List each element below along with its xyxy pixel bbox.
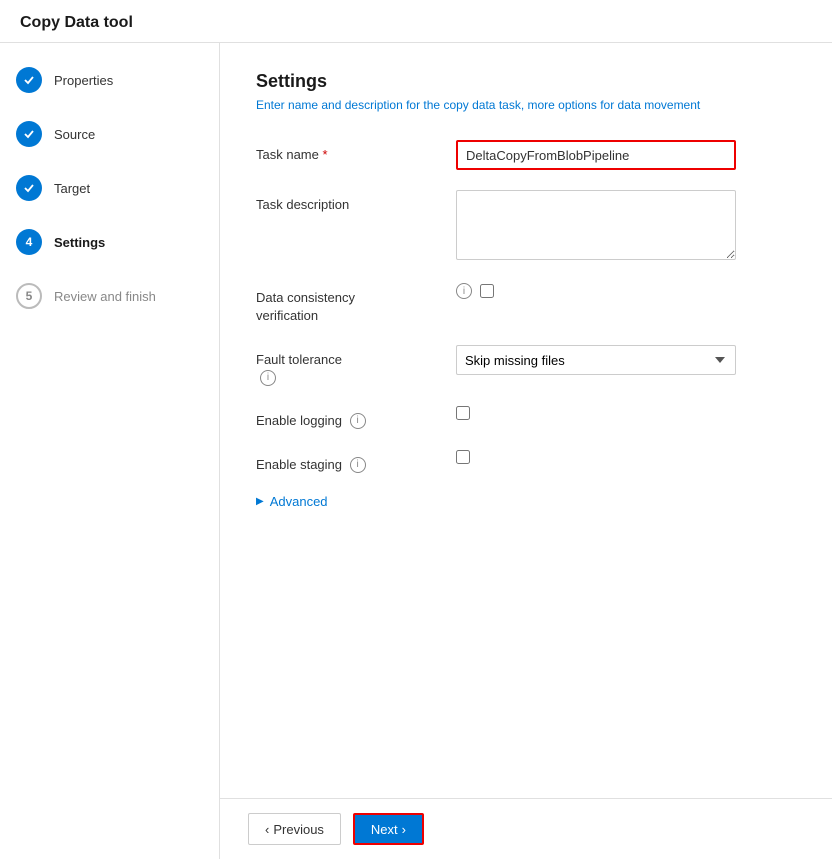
fault-tolerance-row: Fault tolerance i None Skip missing file…: [256, 345, 796, 385]
step-label-target: Target: [54, 181, 90, 196]
advanced-toggle[interactable]: ▶ Advanced: [256, 494, 796, 509]
fault-tolerance-control: None Skip missing files Skip incompatibl…: [456, 345, 796, 375]
sidebar-item-review: 5 Review and finish: [16, 283, 203, 309]
app-title-text: Copy Data tool: [20, 14, 133, 31]
enable-staging-row: Enable staging i: [256, 450, 796, 474]
task-name-control: [456, 140, 796, 170]
enable-logging-control: [456, 406, 796, 423]
task-description-row: Task description: [256, 190, 796, 263]
enable-logging-info-icon[interactable]: i: [350, 413, 366, 429]
settings-title: Settings: [256, 71, 796, 92]
data-consistency-label: Data consistencyverification: [256, 283, 456, 325]
sidebar-item-properties[interactable]: Properties: [16, 67, 203, 93]
previous-button[interactable]: ‹ Previous: [248, 813, 341, 845]
enable-staging-checkbox[interactable]: [456, 450, 470, 464]
previous-icon: ‹: [265, 822, 269, 837]
data-consistency-info-icon[interactable]: i: [456, 283, 472, 299]
next-label: Next: [371, 822, 398, 837]
enable-logging-row: Enable logging i: [256, 406, 796, 430]
fault-tolerance-info-icon[interactable]: i: [260, 370, 276, 386]
enable-staging-control: [456, 450, 796, 467]
task-description-input[interactable]: [456, 190, 736, 260]
sidebar-item-source[interactable]: Source: [16, 121, 203, 147]
settings-subtitle: Enter name and description for the copy …: [256, 98, 796, 112]
step-circle-settings: 4: [16, 229, 42, 255]
sidebar-item-settings[interactable]: 4 Settings: [16, 229, 203, 255]
task-name-input[interactable]: [456, 140, 736, 170]
task-description-label: Task description: [256, 190, 456, 214]
advanced-triangle-icon: ▶: [256, 496, 264, 507]
step-circle-source: [16, 121, 42, 147]
enable-staging-info-icon[interactable]: i: [350, 457, 366, 473]
step-circle-properties: [16, 67, 42, 93]
data-consistency-control: i: [456, 283, 796, 299]
data-consistency-checkbox[interactable]: [480, 284, 494, 298]
footer: ‹ Previous Next ›: [220, 798, 832, 859]
task-name-row: Task name *: [256, 140, 796, 170]
step-label-properties: Properties: [54, 73, 113, 88]
step-circle-review: 5: [16, 283, 42, 309]
previous-label: Previous: [273, 822, 324, 837]
advanced-label: Advanced: [270, 494, 328, 509]
step-circle-target: [16, 175, 42, 201]
step-label-review: Review and finish: [54, 289, 156, 304]
sidebar-item-target[interactable]: Target: [16, 175, 203, 201]
content-scroll: Settings Enter name and description for …: [220, 43, 832, 798]
fault-tolerance-select[interactable]: None Skip missing files Skip incompatibl…: [456, 345, 736, 375]
next-button[interactable]: Next ›: [353, 813, 424, 845]
next-icon: ›: [402, 822, 406, 837]
data-consistency-row: Data consistencyverification i: [256, 283, 796, 325]
fault-tolerance-label: Fault tolerance i: [256, 345, 456, 385]
task-name-label: Task name *: [256, 140, 456, 164]
step-label-settings: Settings: [54, 235, 105, 250]
app-title: Copy Data tool: [0, 0, 832, 43]
sidebar: Properties Source Target 4 Settings: [0, 43, 220, 859]
step-label-source: Source: [54, 127, 95, 142]
content-area: Settings Enter name and description for …: [220, 43, 832, 859]
task-description-control: [456, 190, 796, 263]
enable-logging-checkbox[interactable]: [456, 406, 470, 420]
